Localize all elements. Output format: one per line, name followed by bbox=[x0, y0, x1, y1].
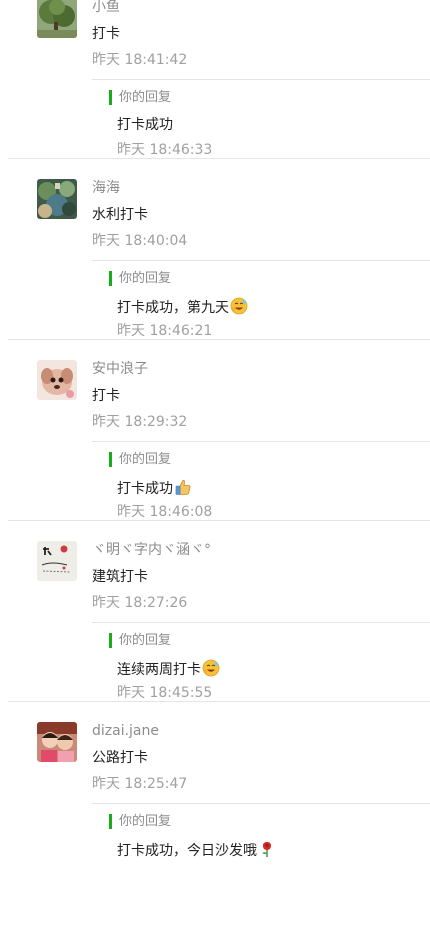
puppy-photo-avatar-icon bbox=[37, 360, 77, 400]
avatar[interactable] bbox=[37, 0, 77, 38]
reply-divider bbox=[92, 803, 430, 804]
grin-sweat-emoji-icon bbox=[230, 297, 248, 315]
comment-time: 昨天 18:25:47 bbox=[92, 776, 188, 792]
comment-item: 小鱼 打卡 昨天 18:41:42 你的回复 打卡成功 昨天 18:46:33 bbox=[0, 0, 430, 159]
comment-time: 昨天 18:40:04 bbox=[92, 233, 188, 249]
comment-text: 公路打卡 bbox=[92, 750, 148, 766]
reply-time: 昨天 18:46:33 bbox=[117, 142, 213, 158]
comment-time: 昨天 18:41:42 bbox=[92, 52, 188, 68]
reply-label: 你的回复 bbox=[109, 271, 171, 286]
commenter-name: 海海 bbox=[92, 180, 120, 196]
avatar[interactable] bbox=[37, 360, 77, 400]
avatar[interactable] bbox=[37, 722, 77, 762]
comment-text: 水利打卡 bbox=[92, 207, 148, 223]
reply-text: 连续两周打卡 bbox=[117, 659, 220, 679]
plants-photo-avatar-icon bbox=[37, 179, 77, 219]
comment-text: 打卡 bbox=[92, 388, 120, 404]
reply-label: 你的回复 bbox=[109, 633, 171, 648]
avatar[interactable] bbox=[37, 541, 77, 581]
reply-text: 打卡成功 bbox=[117, 116, 173, 134]
commenter-name: 小鱼 bbox=[92, 0, 120, 15]
reply-divider bbox=[92, 79, 430, 80]
grin-sweat-emoji-icon bbox=[202, 659, 220, 677]
calligraphy-photo-avatar-icon bbox=[37, 541, 77, 581]
avatar[interactable] bbox=[37, 179, 77, 219]
reply-time: 昨天 18:46:21 bbox=[117, 323, 213, 339]
reply-text: 打卡成功，今日沙发哦 bbox=[117, 840, 276, 860]
reply-label: 你的回复 bbox=[109, 452, 171, 467]
comment-item: ヾ明ヾ字内ヾ涵ヾ° 建筑打卡 昨天 18:27:26 你的回复 连续两周打卡 昨… bbox=[0, 521, 430, 702]
commenter-name: dizai.jane bbox=[92, 723, 159, 739]
reply-text-content: 打卡成功，今日沙发哦 bbox=[117, 843, 257, 859]
reply-text-content: 连续两周打卡 bbox=[117, 662, 201, 678]
reply-text: 打卡成功 bbox=[117, 478, 192, 498]
comment-text: 打卡 bbox=[92, 26, 120, 42]
kids-photo-avatar-icon bbox=[37, 722, 77, 762]
commenter-name: ヾ明ヾ字内ヾ涵ヾ° bbox=[92, 542, 211, 558]
reply-divider bbox=[92, 260, 430, 261]
comment-item: 安中浪子 打卡 昨天 18:29:32 你的回复 打卡成功 昨天 18:46:0… bbox=[0, 340, 430, 521]
commenter-name: 安中浪子 bbox=[92, 361, 148, 377]
reply-text-content: 打卡成功 bbox=[117, 481, 173, 497]
comment-text: 建筑打卡 bbox=[92, 569, 148, 585]
reply-label: 你的回复 bbox=[109, 90, 171, 105]
reply-time: 昨天 18:46:08 bbox=[117, 504, 213, 520]
tree-photo-avatar-icon bbox=[37, 0, 77, 38]
rose-emoji-icon bbox=[258, 840, 276, 858]
reply-divider bbox=[92, 622, 430, 623]
comment-feed: 小鱼 打卡 昨天 18:41:42 你的回复 打卡成功 昨天 18:46:33 … bbox=[0, 0, 430, 883]
comment-time: 昨天 18:29:32 bbox=[92, 414, 188, 430]
reply-text: 打卡成功，第九天 bbox=[117, 297, 248, 317]
comment-time: 昨天 18:27:26 bbox=[92, 595, 188, 611]
reply-divider bbox=[92, 441, 430, 442]
reply-text-content: 打卡成功 bbox=[117, 117, 173, 133]
reply-label: 你的回复 bbox=[109, 814, 171, 829]
thumbs-up-emoji-icon bbox=[174, 478, 192, 496]
reply-text-content: 打卡成功，第九天 bbox=[117, 300, 229, 316]
comment-item: 海海 水利打卡 昨天 18:40:04 你的回复 打卡成功，第九天 昨天 18:… bbox=[0, 159, 430, 340]
comment-item: dizai.jane 公路打卡 昨天 18:25:47 你的回复 打卡成功，今日… bbox=[0, 702, 430, 883]
reply-time: 昨天 18:45:55 bbox=[117, 685, 213, 701]
